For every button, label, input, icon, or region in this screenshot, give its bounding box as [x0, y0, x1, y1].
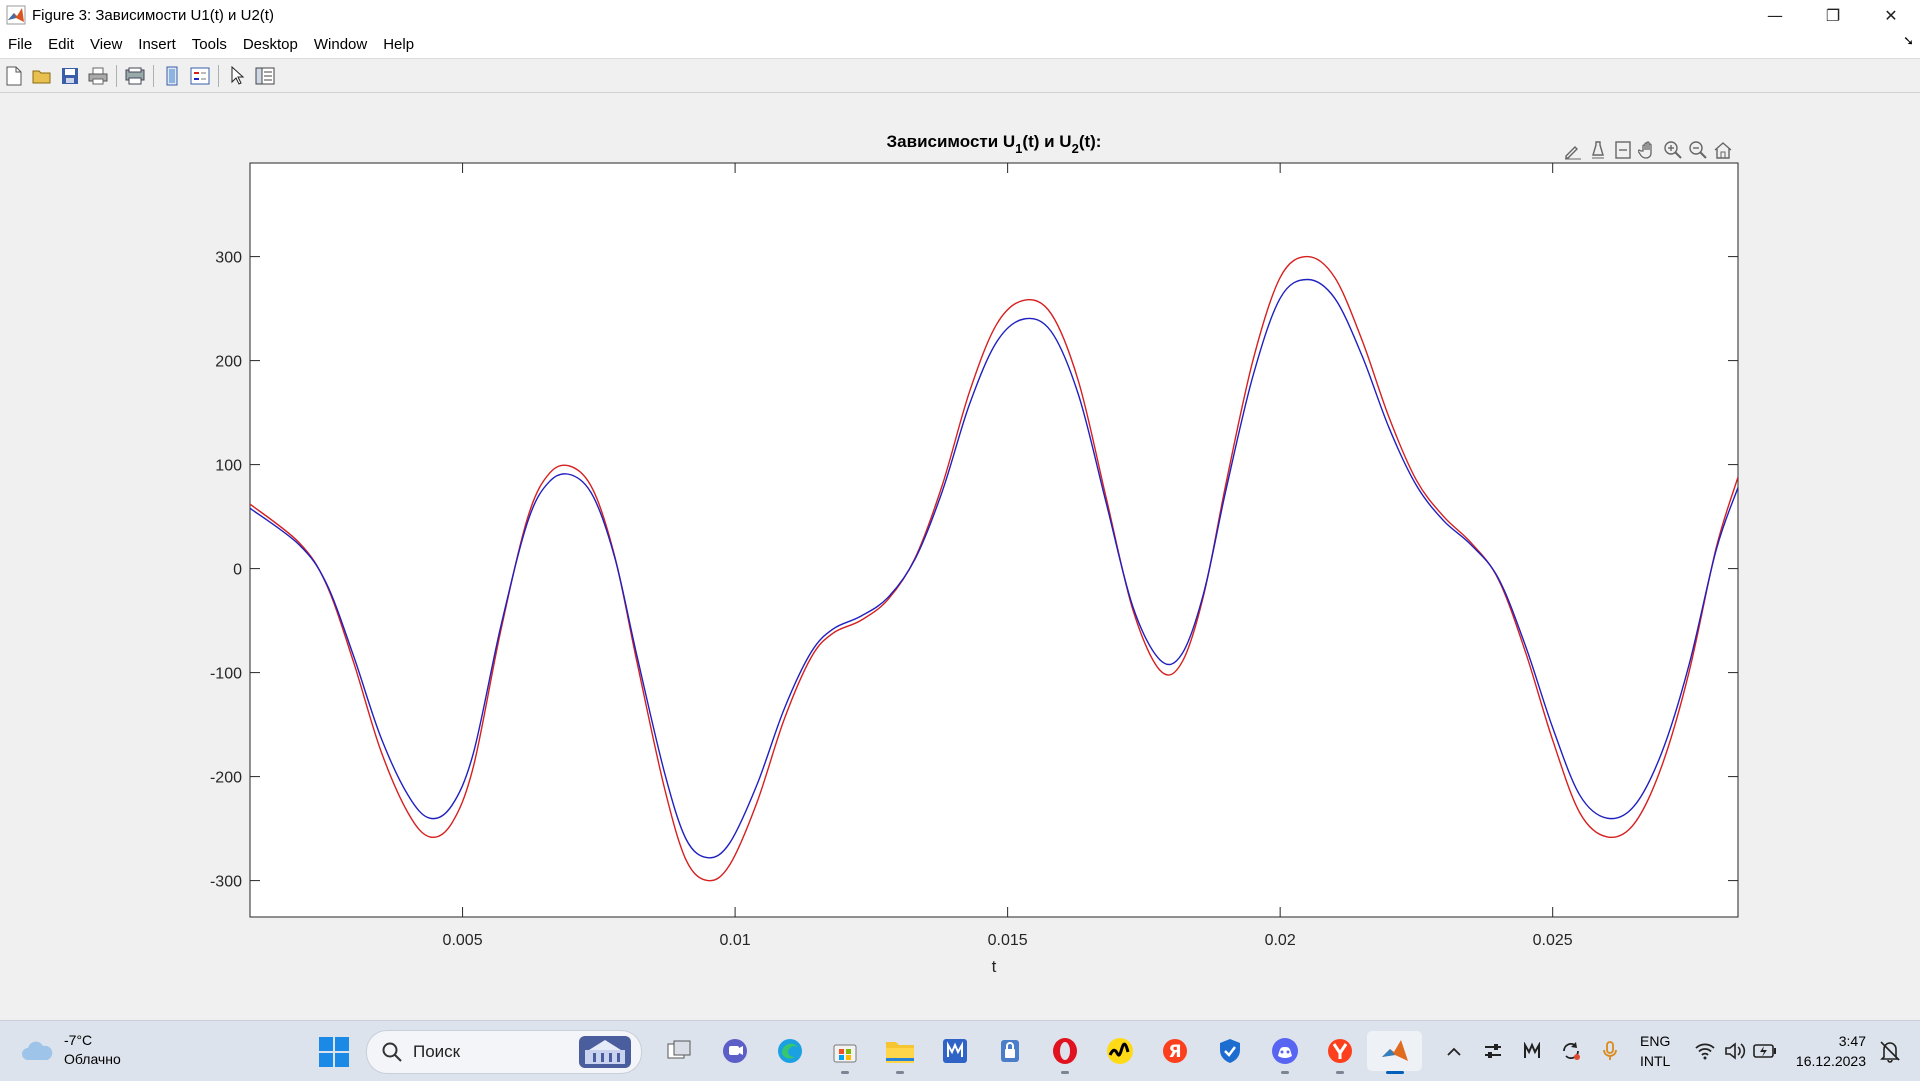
search-box[interactable]: Поиск — [366, 1030, 642, 1074]
menu-help[interactable]: Help — [375, 36, 422, 53]
battery-icon — [1750, 1035, 1780, 1067]
store-icon[interactable] — [817, 1031, 872, 1074]
zoom-out-icon[interactable] — [1685, 138, 1710, 162]
yandex-icon[interactable]: Я — [1147, 1031, 1202, 1071]
x-tick-label: 0.025 — [1533, 932, 1573, 949]
weather-widget[interactable]: -7°C Облачно — [20, 1031, 121, 1069]
vpn-lock-icon[interactable] — [982, 1031, 1037, 1071]
colorbar-icon[interactable] — [160, 64, 184, 88]
menu-edit[interactable]: Edit — [40, 36, 82, 53]
axes-toolbar — [1560, 138, 1735, 162]
file-explorer-icon[interactable] — [872, 1031, 927, 1074]
matlab-icon[interactable] — [1367, 1031, 1422, 1074]
pointer-icon[interactable] — [225, 64, 249, 88]
search-icon — [382, 1042, 402, 1062]
restore-view-icon[interactable] — [1610, 138, 1635, 162]
data-tips-icon[interactable] — [1585, 138, 1610, 162]
lang-secondary: INTL — [1640, 1053, 1671, 1069]
taskbar: -7°C Облачно Поиск Я ENG INTL 3:47 16.12… — [0, 1020, 1920, 1081]
tray-app-icon[interactable] — [1512, 1035, 1551, 1067]
y-tick-label: 300 — [215, 250, 242, 267]
imaging-app-icon[interactable] — [927, 1031, 982, 1071]
yandex-browser-icon[interactable] — [1312, 1031, 1367, 1074]
y-tick-label: -100 — [210, 666, 242, 683]
toolbar-separator — [116, 64, 117, 87]
minimize-button[interactable]: — — [1746, 0, 1804, 30]
opera-icon[interactable] — [1037, 1031, 1092, 1074]
weather-desc: Облачно — [64, 1051, 121, 1067]
clock[interactable]: 3:47 16.12.2023 — [1790, 1031, 1866, 1071]
weather-temp: -7°C — [64, 1032, 93, 1048]
dock-arrow-icon[interactable]: ➘ — [1903, 34, 1914, 49]
search-highlight-icon — [579, 1036, 631, 1068]
shield-app-icon[interactable] — [1202, 1031, 1257, 1071]
yandex-music-icon[interactable] — [1092, 1031, 1147, 1071]
menu-insert[interactable]: Insert — [130, 36, 184, 53]
toolbar-separator — [153, 64, 154, 87]
clock-time: 3:47 — [1838, 1033, 1866, 1049]
microphone-icon[interactable] — [1590, 1035, 1629, 1067]
toolbar-separator — [218, 64, 219, 87]
search-label: Поиск — [413, 1042, 461, 1061]
legend-icon[interactable] — [188, 64, 212, 88]
restore-button[interactable]: ❐ — [1804, 0, 1862, 30]
menu-desktop[interactable]: Desktop — [235, 36, 306, 53]
close-button[interactable]: ✕ — [1862, 0, 1920, 30]
tray-settings-icon[interactable] — [1473, 1035, 1512, 1067]
brush-icon[interactable] — [1560, 138, 1585, 162]
cloud-icon — [22, 1041, 53, 1060]
clock-date: 16.12.2023 — [1795, 1053, 1866, 1069]
y-tick-label: -300 — [210, 874, 242, 891]
y-tick-label: 100 — [215, 458, 242, 475]
y-tick-label: -200 — [210, 770, 242, 787]
property-inspector-icon[interactable] — [253, 64, 277, 88]
save-icon[interactable] — [58, 64, 82, 88]
quick-settings[interactable] — [1690, 1035, 1780, 1067]
task-view-icon[interactable] — [652, 1031, 707, 1071]
discord-icon[interactable] — [1257, 1031, 1312, 1074]
start-button[interactable] — [318, 1036, 350, 1068]
y-tick-label: 0 — [233, 562, 242, 579]
sync-icon[interactable] — [1551, 1035, 1590, 1067]
system-tray — [1434, 1035, 1629, 1067]
figure-toolbar — [0, 59, 1920, 93]
print-icon[interactable] — [86, 64, 110, 88]
menu-file[interactable]: File — [0, 36, 40, 53]
x-tick-label: 0.015 — [988, 932, 1028, 949]
x-axis-label: t — [992, 957, 997, 976]
wifi-icon — [1690, 1035, 1720, 1067]
window-title: Figure 3: Зависимости U1(t) и U2(t) — [32, 6, 274, 24]
menu-window[interactable]: Window — [306, 36, 375, 53]
plot-area — [249, 162, 1739, 918]
lang-primary: ENG — [1640, 1033, 1671, 1049]
new-figure-icon[interactable] — [2, 64, 26, 88]
chart-title: Зависимости U1(t) и U2(t): — [887, 132, 1102, 156]
menu-bar: File Edit View Insert Tools Desktop Wind… — [0, 30, 1920, 59]
matlab-icon — [6, 5, 26, 25]
open-icon[interactable] — [30, 64, 54, 88]
notification-icon[interactable] — [1876, 1037, 1904, 1065]
volume-icon — [1720, 1035, 1750, 1067]
x-tick-label: 0.005 — [443, 932, 483, 949]
menu-tools[interactable]: Tools — [184, 36, 235, 53]
menu-view[interactable]: View — [82, 36, 130, 53]
home-icon[interactable] — [1710, 138, 1735, 162]
teams-chat-icon[interactable] — [707, 1031, 762, 1071]
window-titlebar: Figure 3: Зависимости U1(t) и U2(t) — ❐ … — [0, 0, 1920, 30]
x-tick-label: 0.02 — [1265, 932, 1296, 949]
taskbar-apps: Я — [652, 1031, 1422, 1074]
language-indicator[interactable]: ENG INTL — [1640, 1031, 1670, 1071]
figure-canvas: 0.005 0.01 0.015 0.02 0.025 -300 -200 -100 0 100 2… — [0, 93, 1920, 1020]
print-preview-icon[interactable] — [123, 64, 147, 88]
svg-text:Я: Я — [1168, 1042, 1181, 1062]
chevron-up-icon[interactable] — [1434, 1035, 1473, 1067]
x-tick-label: 0.01 — [720, 932, 751, 949]
y-tick-label: 200 — [215, 354, 242, 371]
zoom-in-icon[interactable] — [1660, 138, 1685, 162]
pan-icon[interactable] — [1635, 138, 1660, 162]
edge-icon[interactable] — [762, 1031, 817, 1071]
plot-canvas[interactable]: 0.005 0.01 0.015 0.02 0.025 -300 -200 -100 0 100 2… — [0, 93, 1920, 1020]
